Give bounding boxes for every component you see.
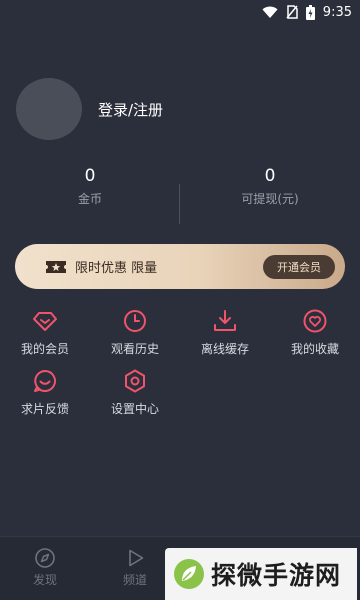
stat-withdrawable-value: 0 (264, 166, 276, 186)
menu-label: 求片反馈 (20, 402, 69, 416)
heart-icon (303, 309, 327, 333)
avatar[interactable] (16, 78, 82, 140)
vip-promo-text: 限时优惠 限量 (75, 261, 158, 276)
clock-icon (124, 310, 146, 332)
stat-withdrawable-label: 可提现(元) (241, 192, 299, 206)
download-icon (214, 310, 236, 331)
status-bar: 9:35 (0, 0, 360, 24)
menu-settings[interactable]: 设置中心 (90, 368, 180, 426)
nav-label: 发现 (32, 573, 57, 587)
stat-coins-label: 金币 (77, 192, 102, 206)
menu-watch-history[interactable]: 观看历史 (90, 308, 180, 366)
battery-charging-icon (305, 4, 315, 20)
menu-request-feedback[interactable]: 求片反馈 (0, 368, 90, 426)
play-icon (129, 549, 144, 567)
open-vip-button[interactable]: 开通会员 (263, 254, 335, 279)
compass-icon (35, 548, 55, 568)
diamond-icon (33, 312, 57, 331)
menu-my-favorites[interactable]: 我的收藏 (270, 308, 360, 366)
menu-label: 离线缓存 (200, 342, 249, 356)
wifi-icon (262, 6, 278, 19)
watermark: 探微手游网 (165, 548, 357, 600)
menu-label: 观看历史 (110, 342, 159, 356)
stat-divider (179, 184, 180, 224)
profile-section[interactable]: 登录/注册 (16, 78, 163, 140)
stats-panel: 0 金币 0 可提现(元) (0, 166, 360, 224)
stat-coins-value: 0 (84, 166, 96, 186)
no-sim-icon (286, 5, 298, 19)
menu-my-membership[interactable]: 我的会员 (0, 308, 90, 366)
menu-label: 我的收藏 (290, 342, 339, 356)
smile-chat-icon (34, 370, 56, 392)
ticket-star-icon (46, 260, 66, 273)
vip-banner[interactable]: 限时优惠 限量 开通会员 (15, 244, 345, 289)
menu-grid: 我的会员 观看历史 离线缓存 我的收藏 求片反馈 设置中心 (0, 308, 360, 428)
menu-offline-cache[interactable]: 离线缓存 (180, 308, 270, 366)
watermark-text: 探微手游网 (211, 561, 342, 590)
nav-label: 频道 (122, 573, 147, 587)
leaf-logo-icon (174, 559, 204, 589)
menu-label: 设置中心 (110, 402, 159, 416)
stat-withdrawable[interactable]: 0 可提现(元) (180, 166, 360, 224)
login-register-link[interactable]: 登录/注册 (98, 99, 163, 120)
status-time: 9:35 (322, 4, 352, 20)
menu-label: 我的会员 (20, 342, 69, 356)
stat-coins[interactable]: 0 金币 (0, 166, 180, 224)
nav-discover[interactable]: 发现 (0, 537, 90, 600)
gear-hex-icon (125, 369, 145, 393)
